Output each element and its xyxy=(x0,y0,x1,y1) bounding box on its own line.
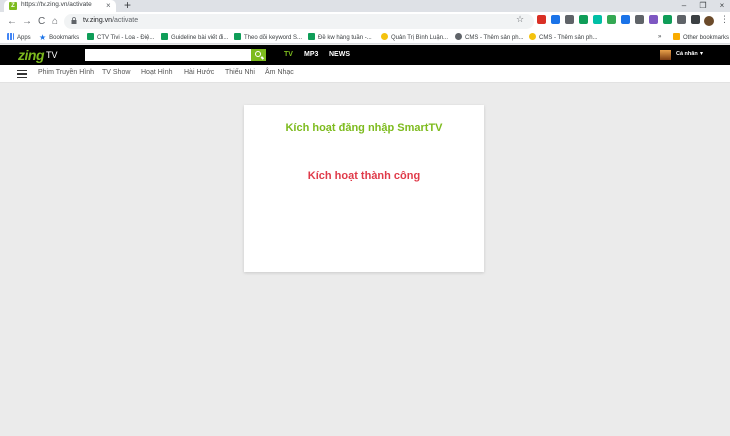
forward-icon[interactable]: → xyxy=(22,16,32,27)
bookmark-label: Other bookmarks xyxy=(683,35,730,41)
extension-icon[interactable] xyxy=(677,15,686,24)
category-am-nhac[interactable]: Âm Nhạc xyxy=(265,69,294,76)
zing-favicon-icon: Z xyxy=(9,2,17,10)
home-icon[interactable]: ⌂ xyxy=(52,16,58,27)
extension-icon[interactable] xyxy=(593,15,602,24)
category-hoat-hinh[interactable]: Hoạt Hình xyxy=(141,69,173,76)
lock-icon xyxy=(71,17,77,24)
url-path: /activate xyxy=(112,17,139,24)
bookmark-quan-tri[interactable]: Quản Trị Bình Luận... xyxy=(381,33,448,42)
minimize-icon[interactable]: – xyxy=(678,0,690,11)
url-host: tv.zing.vn xyxy=(83,17,113,24)
user-avatar[interactable] xyxy=(660,50,671,60)
search-icon xyxy=(255,51,261,57)
browser-menu-icon[interactable]: ⋮ xyxy=(720,14,729,24)
bookmark-label: Đề kw hàng tuần -... xyxy=(318,35,372,41)
bookmark-label: Apps xyxy=(17,35,31,41)
sheets-icon xyxy=(161,33,168,40)
yellow-badge-icon xyxy=(529,33,536,40)
reload-icon[interactable]: C xyxy=(38,16,45,27)
nav-tv[interactable]: TV xyxy=(284,51,293,58)
bookmark-apps[interactable]: Apps xyxy=(7,33,31,42)
extension-icon[interactable] xyxy=(565,15,574,24)
extension-icon[interactable] xyxy=(691,15,700,24)
category-hai-huoc[interactable]: Hài Hước xyxy=(184,69,214,76)
search-input[interactable] xyxy=(85,49,251,61)
bookmark-label: Quản Trị Bình Luận... xyxy=(391,35,449,41)
extension-icon[interactable] xyxy=(663,15,672,24)
hamburger-menu-icon[interactable] xyxy=(17,70,27,78)
profile-avatar[interactable] xyxy=(704,16,714,26)
zing-tv-logo[interactable]: zing TV xyxy=(18,47,58,63)
other-bookmarks[interactable]: Other bookmarks xyxy=(673,33,729,42)
bookmark-cms-2[interactable]: CMS - Thêm sản ph... xyxy=(529,33,598,42)
card-title: Kích hoạt đăng nhập SmartTV xyxy=(285,122,443,134)
bookmark-label: Guideline bài viết đi... xyxy=(171,35,229,41)
extension-icon[interactable] xyxy=(579,15,588,24)
account-label[interactable]: Cá nhân xyxy=(676,51,698,57)
activation-success-message: Kích hoạt thành công xyxy=(307,170,421,182)
zing-header: zing TV TV MP3 NEWS Cá nhân ▾ xyxy=(0,45,730,65)
maximize-icon[interactable]: ❐ xyxy=(697,0,709,11)
extension-icon[interactable] xyxy=(635,15,644,24)
extension-icon[interactable] xyxy=(649,15,658,24)
logo-tv: TV xyxy=(46,50,58,60)
bookmarks-bar: Apps ★ Bookmarks CTV Tivi - Loa - Điệ... … xyxy=(0,31,730,44)
bookmark-guideline[interactable]: Guideline bài viết đi... xyxy=(161,33,228,42)
back-icon[interactable]: ← xyxy=(7,16,17,27)
bookmark-ctv-tivi[interactable]: CTV Tivi - Loa - Điệ... xyxy=(87,33,154,42)
globe-icon xyxy=(455,33,462,40)
bookmark-bookmarks[interactable]: ★ Bookmarks xyxy=(39,33,79,42)
bookmark-de-kw[interactable]: Đề kw hàng tuần -... xyxy=(308,33,372,42)
extension-icon[interactable] xyxy=(551,15,560,24)
nav-mp3[interactable]: MP3 xyxy=(304,51,318,58)
bookmark-label: Bookmarks xyxy=(49,35,80,41)
bookmark-star-icon[interactable]: ☆ xyxy=(516,14,524,25)
bookmark-label: CMS - Thêm sản ph... xyxy=(539,35,598,41)
bookmarks-overflow-icon[interactable]: » xyxy=(658,33,661,42)
extension-icon[interactable] xyxy=(621,15,630,24)
sheets-icon xyxy=(308,33,315,40)
folder-icon xyxy=(673,33,680,40)
bookmark-keyword[interactable]: Theo dõi keyword S... xyxy=(234,33,302,42)
bookmark-label: CTV Tivi - Loa - Điệ... xyxy=(97,35,155,41)
extension-icon[interactable] xyxy=(607,15,616,24)
tab-title: https://tv.zing.vn/activate xyxy=(21,1,92,8)
window-close-icon[interactable]: × xyxy=(716,0,728,11)
bookmark-label: Theo dõi keyword S... xyxy=(244,35,303,41)
apps-grid-icon xyxy=(7,33,14,40)
tab-strip: Z https://tv.zing.vn/activate × + – ❐ × xyxy=(0,0,730,12)
browser-tab[interactable]: Z https://tv.zing.vn/activate × xyxy=(4,0,116,12)
category-nav: Phim Truyền Hình TV Show Hoạt Hình Hài H… xyxy=(0,65,730,83)
category-tv-show[interactable]: TV Show xyxy=(102,69,130,76)
sheets-icon xyxy=(234,33,241,40)
logo-zing: zing xyxy=(18,47,45,63)
star-icon: ★ xyxy=(39,33,47,42)
yellow-badge-icon xyxy=(381,33,388,40)
chevron-down-icon[interactable]: ▾ xyxy=(700,50,703,57)
sheets-icon xyxy=(87,33,94,40)
nav-news[interactable]: NEWS xyxy=(329,51,350,58)
bookmark-label: CMS - Thêm sản ph... xyxy=(465,35,524,41)
bookmark-cms-1[interactable]: CMS - Thêm sản ph... xyxy=(455,33,524,42)
activation-card: Kích hoạt đăng nhập SmartTV Kích hoạt th… xyxy=(244,105,484,272)
extension-icon[interactable] xyxy=(537,15,546,24)
category-thieu-nhi[interactable]: Thiếu Nhi xyxy=(225,69,255,76)
category-phim-truyen-hinh[interactable]: Phim Truyền Hình xyxy=(38,69,94,76)
search-button[interactable] xyxy=(251,49,266,61)
new-tab-button[interactable]: + xyxy=(124,0,131,11)
address-bar[interactable]: tv.zing.vn/activate xyxy=(64,14,534,29)
tab-close-icon[interactable]: × xyxy=(106,1,111,11)
url-text: tv.zing.vn/activate xyxy=(83,17,138,24)
